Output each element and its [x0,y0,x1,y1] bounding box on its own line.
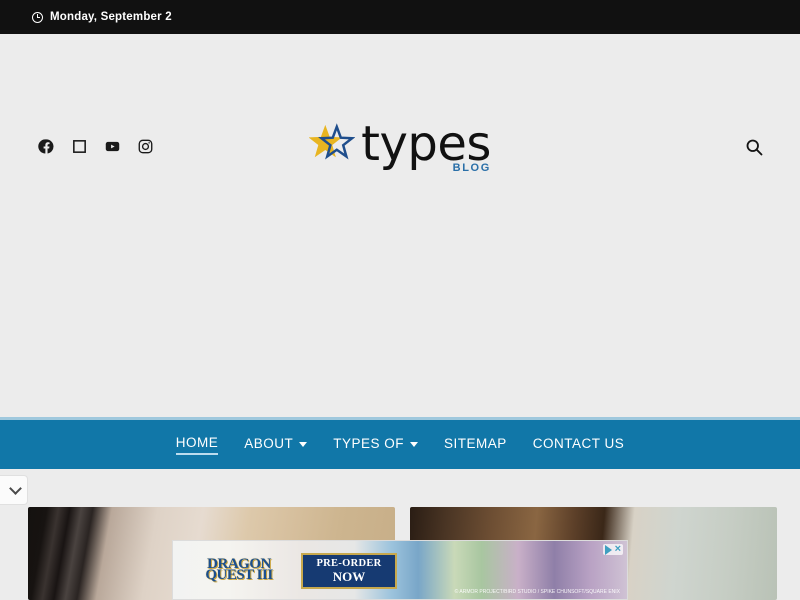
adchoices-control[interactable]: × [602,544,623,555]
ad-copyright-text: © ARMOR PROJECT/BIRD STUDIO / SPIKE CHUN… [454,589,620,595]
nav-item-label: ABOUT [244,435,294,451]
site-masthead: types BLOG [0,34,800,417]
search-icon[interactable] [744,137,764,157]
ad-preorder-button[interactable]: PRE-ORDER NOW [301,553,397,589]
chevron-down-icon [299,441,308,447]
star-icon [309,123,356,160]
nav-item-label: HOME [175,434,219,450]
featured-content-area: DRAGON QUEST III PRE-ORDER NOW © ARMOR P… [0,469,800,600]
ad-cta-line1: PRE-ORDER [316,557,382,569]
nav-item-contact-us[interactable]: CONTACT US [533,436,625,454]
chevron-down-icon [410,441,418,447]
ad-cta-line2: NOW [332,568,366,584]
logo-subtitle: BLOG [452,162,491,174]
nav-item-types-of[interactable]: TYPES OF [333,436,418,454]
current-date: Monday, September 2 [50,11,172,23]
site-logo[interactable]: types BLOG [0,118,800,174]
nav-item-sitemap[interactable]: SITEMAP [444,436,507,454]
ad-brand-logo: DRAGON QUEST III [205,556,273,583]
primary-navigation: HOME ABOUT TYPES OF SITEMAP CONTACT US [0,417,800,469]
carousel-prev-button[interactable] [0,475,28,505]
nav-item-label: TYPES OF [333,435,404,451]
clock-icon [32,11,43,23]
nav-item-label: SITEMAP [444,435,507,451]
nav-item-home[interactable]: HOME [175,434,219,455]
ad-banner[interactable]: DRAGON QUEST III PRE-ORDER NOW © ARMOR P… [172,540,628,600]
nav-item-label: CONTACT US [532,435,625,451]
chevron-down-icon [9,481,22,495]
nav-list: HOME ABOUT TYPES OF SITEMAP CONTACT US [175,434,625,455]
top-utility-bar: Monday, September 2 [0,0,800,34]
adchoices-icon[interactable] [604,544,612,555]
close-icon[interactable]: × [615,544,621,555]
nav-item-about[interactable]: ABOUT [244,435,308,454]
